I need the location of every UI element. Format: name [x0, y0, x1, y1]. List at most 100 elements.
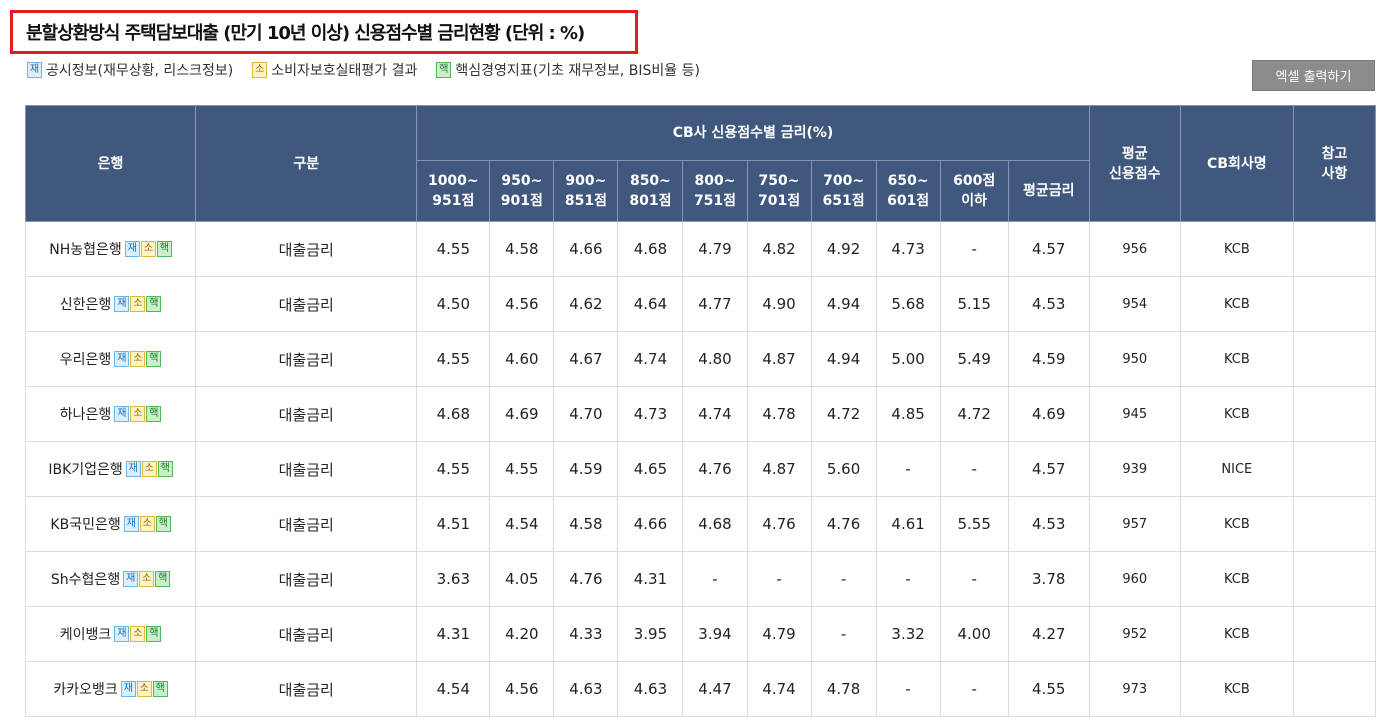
header-avg-rate: 평균금리	[1007, 160, 1090, 222]
rate-cell: 4.80	[682, 331, 748, 387]
header-bank: 은행	[24, 105, 197, 222]
rate-cell: 4.79	[746, 606, 812, 662]
rate-cell: 5.68	[875, 276, 941, 332]
consumer-badge-icon[interactable]: 소	[141, 461, 157, 477]
rate-cell: 5.00	[875, 331, 941, 387]
avg-score-cell: 952	[1088, 606, 1181, 662]
rate-cell: 4.31	[416, 606, 491, 662]
rate-cell: -	[875, 551, 941, 607]
cb-name-cell: KCB	[1179, 551, 1294, 607]
core-badge-icon[interactable]: 핵	[146, 406, 162, 422]
consumer-badge-icon[interactable]: 소	[130, 296, 146, 312]
rate-cell: 4.87	[746, 331, 812, 387]
rate-cell: 4.72	[810, 386, 877, 442]
disclosure-badge-icon[interactable]: 재	[114, 406, 130, 422]
bank-cell: 하나은행 재 소 핵	[24, 386, 197, 442]
legend: 재 공시정보(재무상황, 리스크정보) 소 소비자보호실태평가 결과 핵 핵심경…	[26, 60, 718, 80]
bank-cell: 케이뱅크 재 소 핵	[24, 606, 197, 662]
rate-cell: 4.56	[489, 661, 555, 717]
rate-cell: 4.56	[489, 276, 555, 332]
rate-cell: 4.66	[617, 496, 684, 552]
header-score-col: 950~ 901점	[489, 160, 555, 222]
rate-cell: -	[746, 551, 812, 607]
rate-cell: 4.31	[617, 551, 684, 607]
table-row: KB국민은행 재 소 핵 대출금리 4.51 4.54 4.58 4.66 4.68 4.76 4.7…	[24, 496, 1377, 552]
consumer-badge-icon[interactable]: 소	[139, 516, 155, 532]
rate-cell: 5.15	[939, 276, 1009, 332]
disclosure-badge-icon[interactable]: 재	[123, 516, 139, 532]
rate-cell: 4.33	[553, 606, 619, 662]
header-avg-score: 평균 신용점수	[1088, 105, 1181, 222]
header-score-col: 850~ 801점	[617, 160, 684, 222]
bank-name[interactable]: 신한은행	[60, 294, 112, 314]
rate-cell: 4.67	[553, 331, 619, 387]
table-row: Sh수협은행 재 소 핵 대출금리 3.63 4.05 4.76 4.31- - - - -3.78 96…	[24, 551, 1377, 607]
rate-cell: -	[682, 551, 748, 607]
core-badge-icon[interactable]: 핵	[155, 571, 171, 587]
bank-name[interactable]: IBK기업은행	[48, 459, 122, 479]
bank-name[interactable]: 하나은행	[60, 404, 112, 424]
consumer-badge-icon[interactable]: 소	[130, 351, 146, 367]
disclosure-badge-icon[interactable]: 재	[114, 351, 130, 367]
rate-cell: 4.78	[810, 661, 877, 717]
rate-cell: 4.51	[416, 496, 491, 552]
rate-cell: 4.76	[746, 496, 812, 552]
rates-table: 은행 구분 CB사 신용점수별 금리(%) 평균 신용점수 CB회사명 참고 사…	[24, 105, 1377, 717]
bank-name[interactable]: 우리은행	[60, 349, 112, 369]
rate-cell: 4.61	[875, 496, 941, 552]
rate-cell: -	[939, 441, 1009, 497]
type-cell: 대출금리	[195, 331, 418, 387]
rate-cell: 5.55	[939, 496, 1009, 552]
note-cell	[1292, 221, 1377, 277]
note-cell	[1292, 661, 1377, 717]
bank-name[interactable]: KB국민은행	[50, 514, 120, 534]
rate-cell: 4.74	[682, 386, 748, 442]
rate-cell: 4.74	[617, 331, 684, 387]
type-cell: 대출금리	[195, 221, 418, 277]
consumer-badge-icon[interactable]: 소	[140, 241, 156, 257]
avg-rate-cell: 4.53	[1007, 276, 1090, 332]
rate-cell: 4.73	[875, 221, 941, 277]
rate-cell: 4.87	[746, 441, 812, 497]
avg-rate-cell: 4.53	[1007, 496, 1090, 552]
type-cell: 대출금리	[195, 276, 418, 332]
disclosure-badge-icon[interactable]: 재	[114, 296, 130, 312]
excel-export-button[interactable]: 엑셀 출력하기	[1252, 60, 1375, 91]
avg-rate-cell: 4.57	[1007, 221, 1090, 277]
disclosure-badge-icon[interactable]: 재	[120, 681, 136, 697]
disclosure-badge-icon[interactable]: 재	[124, 241, 140, 257]
rate-cell: 3.94	[682, 606, 748, 662]
rate-cell: 4.68	[617, 221, 684, 277]
core-badge-icon[interactable]: 핵	[146, 296, 162, 312]
legend-item-consumer: 소 소비자보호실태평가 결과	[251, 60, 417, 80]
header-score-col: 600점 이하	[939, 160, 1009, 222]
disclosure-badge-icon[interactable]: 재	[125, 461, 141, 477]
type-cell: 대출금리	[195, 441, 418, 497]
core-badge-icon[interactable]: 핵	[156, 241, 172, 257]
core-badge-icon[interactable]: 핵	[146, 626, 162, 642]
bank-name[interactable]: NH농협은행	[49, 239, 122, 259]
bank-name[interactable]: Sh수협은행	[51, 569, 120, 589]
core-badge-icon[interactable]: 핵	[157, 461, 173, 477]
consumer-badge-icon[interactable]: 소	[130, 626, 146, 642]
disclosure-badge-icon[interactable]: 재	[123, 571, 139, 587]
header-score-col: 650~ 601점	[875, 160, 941, 222]
rate-cell: 4.55	[416, 221, 491, 277]
disclosure-badge-icon[interactable]: 재	[114, 626, 130, 642]
core-badge-icon[interactable]: 핵	[146, 351, 162, 367]
bank-name[interactable]: 카카오뱅크	[53, 679, 117, 699]
table-row: 우리은행 재 소 핵 대출금리 4.55 4.60 4.67 4.74 4.80 4.87 4.94 5…	[24, 331, 1377, 387]
core-badge-icon[interactable]: 핵	[152, 681, 168, 697]
consumer-badge-icon[interactable]: 소	[139, 571, 155, 587]
rate-cell: 4.74	[746, 661, 812, 717]
rate-cell: 4.60	[489, 331, 555, 387]
legend-label: 소비자보호실태평가 결과	[271, 63, 418, 79]
rate-cell: 4.76	[553, 551, 619, 607]
core-badge-icon[interactable]: 핵	[155, 516, 171, 532]
avg-rate-cell: 4.55	[1007, 661, 1090, 717]
consumer-badge-icon[interactable]: 소	[136, 681, 152, 697]
rate-cell: 4.58	[553, 496, 619, 552]
bank-name[interactable]: 케이뱅크	[60, 624, 112, 644]
header-score-col: 700~ 651점	[810, 160, 877, 222]
consumer-badge-icon[interactable]: 소	[130, 406, 146, 422]
